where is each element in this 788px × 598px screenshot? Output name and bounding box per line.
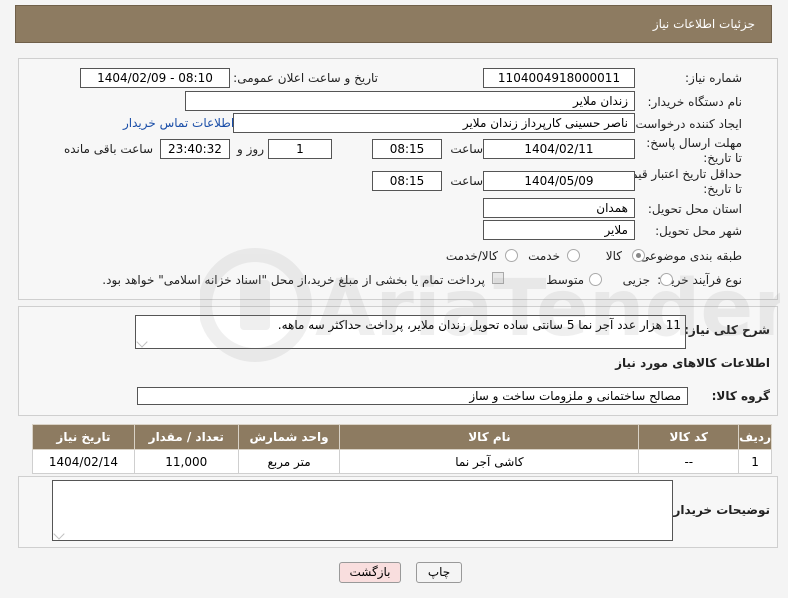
process-radio-medium[interactable] bbox=[589, 273, 602, 286]
category-radio-goods[interactable] bbox=[632, 249, 645, 262]
province-label: استان محل تحویل: bbox=[647, 202, 742, 216]
days-label: روز و bbox=[237, 142, 264, 156]
price-time-label: ساعت bbox=[450, 174, 483, 188]
category-label: طبقه بندی موضوعی: bbox=[635, 249, 742, 263]
announce-datetime-field: 1404/02/09 - 08:10 bbox=[80, 68, 230, 88]
back-button[interactable]: بازگشت bbox=[339, 562, 401, 583]
category-radio-goods-service[interactable] bbox=[505, 249, 518, 262]
table-row: 1 -- کاشی آجر نما متر مربع 11,000 1404/0… bbox=[32, 449, 772, 474]
cell-date: 1404/02/14 bbox=[32, 449, 135, 474]
cell-unit: متر مربع bbox=[237, 449, 341, 474]
remaining-days-field: 1 bbox=[268, 139, 332, 159]
process-option-medium: متوسط bbox=[546, 273, 584, 287]
category-option-goods: کالا bbox=[605, 249, 622, 263]
print-button[interactable]: چاپ bbox=[416, 562, 462, 583]
category-option-service: خدمت bbox=[528, 249, 560, 263]
city-label: شهر محل تحویل: bbox=[655, 224, 742, 238]
remaining-label: ساعت باقی مانده bbox=[63, 142, 153, 156]
page-header: جزئیات اطلاعات نیاز bbox=[15, 5, 772, 43]
goods-table: ردیف کد کالا نام کالا واحد شمارش تعداد /… bbox=[32, 424, 772, 474]
need-number-label: شماره نیاز: bbox=[685, 71, 742, 85]
buyer-notes-textarea[interactable] bbox=[52, 480, 673, 541]
cell-row: 1 bbox=[738, 449, 772, 474]
cell-code: -- bbox=[638, 449, 740, 474]
need-number-field: 1104004918000011 bbox=[483, 68, 635, 88]
reply-deadline-label: مهلت ارسال پاسخ: تا تاریخ: bbox=[646, 136, 742, 165]
reply-time-field: 08:15 bbox=[372, 139, 442, 159]
process-radio-minor[interactable] bbox=[660, 273, 673, 286]
description-textarea[interactable]: 11 هزار عدد آجر نما 5 سانتی ساده تحویل ز… bbox=[135, 315, 686, 349]
reply-time-label: ساعت bbox=[450, 142, 483, 156]
creator-field: ناصر حسینی کارپرداز زندان ملایر bbox=[233, 113, 635, 133]
page-title: جزئیات اطلاعات نیاز bbox=[652, 17, 755, 31]
process-option-minor: جزیی bbox=[622, 273, 650, 287]
price-time-field: 08:15 bbox=[372, 171, 442, 191]
col-unit: واحد شمارش bbox=[237, 424, 341, 450]
goods-group-label: گروه کالا: bbox=[711, 389, 770, 403]
description-text: 11 هزار عدد آجر نما 5 سانتی ساده تحویل ز… bbox=[277, 318, 681, 332]
buyer-org-label: نام دستگاه خریدار: bbox=[647, 95, 743, 109]
col-date: تاریخ نیاز bbox=[32, 424, 135, 450]
treasury-payment-checkbox[interactable] bbox=[492, 272, 504, 284]
cell-qty: 11,000 bbox=[133, 449, 239, 474]
buyer-contact-link[interactable]: اطلاعات تماس خریدار bbox=[123, 116, 234, 130]
city-field: ملایر bbox=[483, 220, 635, 240]
col-row: ردیف bbox=[738, 424, 772, 450]
goods-section-title: اطلاعات کالاهای مورد نیاز bbox=[615, 356, 770, 370]
resize-grip-icon[interactable] bbox=[136, 336, 148, 348]
description-label: شرح کلی نیاز: bbox=[684, 323, 770, 337]
payment-note: پرداخت تمام یا بخشی از مبلغ خرید،از محل … bbox=[102, 273, 485, 287]
category-radio-service[interactable] bbox=[567, 249, 580, 262]
price-date-field: 1404/05/09 bbox=[483, 171, 635, 191]
goods-table-header: ردیف کد کالا نام کالا واحد شمارش تعداد /… bbox=[32, 424, 772, 450]
col-code: کد کالا bbox=[638, 424, 740, 450]
goods-group-field: مصالح ساختمانی و ملزومات ساخت و ساز bbox=[137, 387, 688, 405]
creator-label: ایجاد کننده درخواست: bbox=[631, 117, 742, 131]
resize-grip-icon[interactable] bbox=[53, 528, 65, 540]
buyer-notes-label: توضیحات خریدار: bbox=[668, 503, 770, 517]
col-name: نام کالا bbox=[339, 424, 640, 450]
buyer-org-field: زندان ملایر bbox=[185, 91, 635, 111]
category-option-goods-service: کالا/خدمت bbox=[445, 249, 498, 263]
remaining-time-field: 23:40:32 bbox=[160, 139, 230, 159]
announce-label: تاریخ و ساعت اعلان عمومی: bbox=[233, 71, 378, 85]
cell-name: کاشی آجر نما bbox=[339, 449, 640, 474]
reply-date-field: 1404/02/11 bbox=[483, 139, 635, 159]
col-qty: تعداد / مقدار bbox=[133, 424, 239, 450]
province-field: همدان bbox=[483, 198, 635, 218]
